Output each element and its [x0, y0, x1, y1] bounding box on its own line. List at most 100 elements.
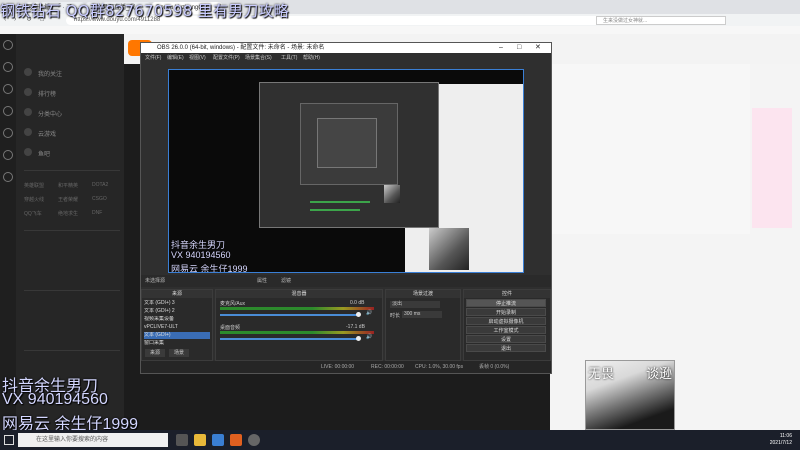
- close-icon[interactable]: ✕: [535, 43, 541, 53]
- source-item[interactable]: 文本 (GDI+) 2: [144, 308, 210, 315]
- minimize-icon[interactable]: –: [499, 43, 503, 53]
- obs-status-bar: LIVE: 00:00:00 REC: 00:00:00 CPU: 1.0%, …: [141, 361, 551, 373]
- speaker-icon[interactable]: 🔊: [366, 334, 372, 340]
- nested-preview: [259, 82, 439, 228]
- menu-scene-collection[interactable]: 场景集合(S): [245, 53, 272, 63]
- menu-profile[interactable]: 配置文件(P): [213, 53, 240, 63]
- cloud-icon[interactable]: [3, 106, 13, 116]
- menu-tools[interactable]: 工具(T): [281, 53, 297, 63]
- nested-meter: [310, 201, 370, 203]
- duration-input[interactable]: 300 ms: [402, 311, 442, 318]
- cloud-game-icon: [24, 128, 32, 136]
- menu-file[interactable]: 文件(F): [145, 53, 161, 63]
- source-item[interactable]: 文本 (GDI+) 3: [144, 300, 210, 307]
- source-item[interactable]: vPCLIVE7-ULT: [144, 324, 210, 331]
- live-time: LIVE: 00:00:00: [321, 364, 355, 370]
- menu-help[interactable]: 帮助(H): [303, 53, 320, 63]
- game-icon[interactable]: [3, 172, 13, 182]
- mixer-channel-level: -17.1 dB: [346, 324, 365, 330]
- clock-time: 11:06: [779, 433, 792, 439]
- taskbar-search-input[interactable]: 在这里输入你要搜索的内容: [18, 433, 168, 447]
- volume-slider[interactable]: [220, 314, 358, 316]
- volume-knob[interactable]: [356, 312, 361, 317]
- system-clock[interactable]: 11:06 2021/7/12: [770, 433, 792, 447]
- tab-scenes[interactable]: 场景: [169, 349, 190, 357]
- windows-start-icon[interactable]: [4, 435, 14, 445]
- tab-sources[interactable]: 来源: [145, 349, 166, 357]
- audio-meter: [220, 331, 374, 334]
- category-link[interactable]: 和平精英: [58, 182, 78, 189]
- douyu-app-icon[interactable]: [230, 434, 242, 446]
- mixer-channel-name: 桌面音频: [220, 325, 241, 331]
- controls-title: 控件: [464, 290, 550, 298]
- site-sidebar: 我的关注 排行榜 分类中心 云游戏 鱼吧 英雄联盟 和平精英 DOTA2 穿越火…: [16, 34, 124, 430]
- browser-search-input[interactable]: 生来没做过女神就...: [596, 16, 726, 25]
- rank-icon: [24, 88, 32, 96]
- browser-icon[interactable]: [212, 434, 224, 446]
- room-info-panel: [550, 64, 750, 234]
- nested-preview-deep: [317, 118, 377, 168]
- clock-icon[interactable]: [3, 62, 13, 72]
- category-link[interactable]: 英雄联盟: [24, 182, 44, 189]
- category-link[interactable]: DNF: [92, 210, 102, 216]
- sidebar-item-follow[interactable]: 我的关注: [38, 69, 62, 78]
- volume-knob[interactable]: [356, 336, 361, 341]
- start-recording-button[interactable]: 开始录制: [466, 308, 546, 316]
- controls-dock: 控件 停止推流 开始录制 启动虚拟摄像机 工作室模式 设置 退出: [463, 289, 551, 361]
- mixer-channel-level: 0.0 dB: [350, 300, 365, 306]
- divider: [24, 170, 120, 171]
- webcam-overlay: 无畏 谈逊: [585, 360, 675, 430]
- menu-view[interactable]: 视图(V): [189, 53, 206, 63]
- home-icon[interactable]: [3, 40, 13, 50]
- studio-mode-button[interactable]: 工作室模式: [466, 326, 546, 334]
- category-link[interactable]: 穿越火线: [24, 196, 44, 203]
- category-link[interactable]: 王者荣耀: [58, 196, 78, 203]
- nested-preview-inner: [300, 103, 398, 185]
- taskbar: 在这里输入你要搜索的内容 11:06 2021/7/12: [0, 430, 800, 450]
- filters-button[interactable]: 滤镜: [281, 275, 291, 287]
- overlay-line: VX 940194560: [2, 391, 108, 408]
- note-icon[interactable]: [3, 150, 13, 160]
- transition-select[interactable]: 淡出: [390, 301, 440, 308]
- obs-preview[interactable]: 抖音余生男刀 VX 940194560 网易云 余生仔1999: [168, 69, 524, 273]
- duration-label: 时长: [390, 313, 401, 319]
- star-icon[interactable]: [3, 84, 13, 94]
- maximize-icon[interactable]: □: [517, 43, 521, 53]
- menu-edit[interactable]: 编辑(E): [167, 53, 184, 63]
- obs-window: OBS 26.0.0 (64-bit, windows) - 配置文件: 未命名…: [140, 42, 552, 374]
- follow-icon: [24, 68, 32, 76]
- task-view-icon[interactable]: [176, 434, 188, 446]
- source-item-selected[interactable]: 文本 (GDI+): [144, 332, 210, 339]
- sidebar-item-category[interactable]: 分类中心: [38, 109, 62, 118]
- nested-meter: [310, 209, 360, 211]
- source-item[interactable]: 窗口采集: [144, 340, 210, 347]
- settings-button[interactable]: 设置: [466, 335, 546, 343]
- source-item[interactable]: 视频采集设备: [144, 316, 210, 323]
- promo-banner[interactable]: [752, 108, 792, 228]
- properties-strip: 未选择源 属性 滤镜: [141, 275, 551, 287]
- file-explorer-icon[interactable]: [194, 434, 206, 446]
- clock-date: 2021/7/12: [769, 440, 792, 446]
- sidebar-item-cloud-game[interactable]: 云游戏: [38, 129, 56, 138]
- sidebar-item-rank[interactable]: 排行榜: [38, 89, 56, 98]
- category-link[interactable]: CSGO: [92, 196, 107, 202]
- sources-title: 来源: [142, 290, 212, 298]
- properties-button[interactable]: 属性: [257, 275, 267, 287]
- fishbar-icon: [24, 148, 32, 156]
- cpu-fps: CPU: 1.0%, 30.00 fps: [415, 364, 464, 370]
- speaker-icon[interactable]: 🔊: [366, 310, 372, 316]
- category-link[interactable]: 绝地求生: [58, 210, 78, 217]
- search-icon[interactable]: [3, 128, 13, 138]
- sidebar-item-fishbar[interactable]: 鱼吧: [38, 149, 50, 158]
- mixer-title: 混音器: [216, 290, 382, 298]
- dropped-frames: 丢帧 0 (0.0%): [479, 364, 510, 370]
- preview-overlay-line: 网易云 余生仔1999: [171, 264, 248, 273]
- volume-slider[interactable]: [220, 338, 358, 340]
- stop-streaming-button[interactable]: 停止推流: [466, 299, 546, 307]
- audio-meter: [220, 307, 374, 310]
- exit-button[interactable]: 退出: [466, 344, 546, 352]
- virtual-camera-button[interactable]: 启动虚拟摄像机: [466, 317, 546, 325]
- category-link[interactable]: DOTA2: [92, 182, 108, 188]
- obs-icon[interactable]: [248, 434, 260, 446]
- category-link[interactable]: QQ飞车: [24, 210, 42, 217]
